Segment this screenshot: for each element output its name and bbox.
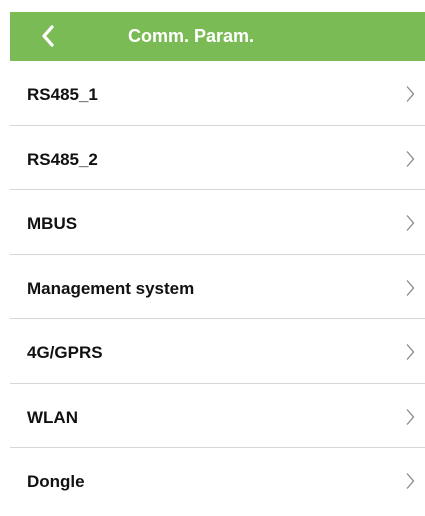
menu-item-label: MBUS <box>27 214 78 233</box>
chevron-right-icon <box>406 86 415 102</box>
chevron-right-icon <box>406 150 415 167</box>
comm-param-menu: RS485_1 RS485_2 MBUS Management system 4… <box>10 61 425 513</box>
comm-param-screen: Comm. Param. RS485_1 RS485_2 MBUS Manage… <box>0 0 425 508</box>
chevron-right-icon <box>406 408 415 425</box>
menu-item-management-system[interactable]: Management system <box>10 255 425 319</box>
menu-item-4g-gprs[interactable]: 4G/GPRS <box>10 319 425 384</box>
app-header: Comm. Param. <box>10 12 425 61</box>
menu-item-wlan[interactable]: WLAN <box>10 384 425 448</box>
menu-item-label: Management system <box>27 278 195 298</box>
menu-item-label: WLAN <box>27 407 78 427</box>
menu-item-label: 4G/GPRS <box>27 343 103 362</box>
menu-item-dongle[interactable]: Dongle <box>10 448 425 513</box>
menu-item-rs485-1[interactable]: RS485_1 <box>10 61 425 126</box>
chevron-right-icon <box>406 279 415 296</box>
page-title: Comm. Param. <box>128 26 255 46</box>
chevron-right-icon <box>406 344 415 360</box>
menu-item-label: Dongle <box>27 472 85 491</box>
menu-item-rs485-2[interactable]: RS485_2 <box>10 126 425 190</box>
menu-item-mbus[interactable]: MBUS <box>10 190 425 255</box>
menu-item-label: RS485_1 <box>27 85 98 104</box>
chevron-right-icon <box>406 473 415 489</box>
chevron-right-icon <box>406 215 415 231</box>
menu-item-label: RS485_2 <box>27 149 98 169</box>
back-button[interactable] <box>28 18 68 54</box>
chevron-left-icon <box>42 25 54 47</box>
